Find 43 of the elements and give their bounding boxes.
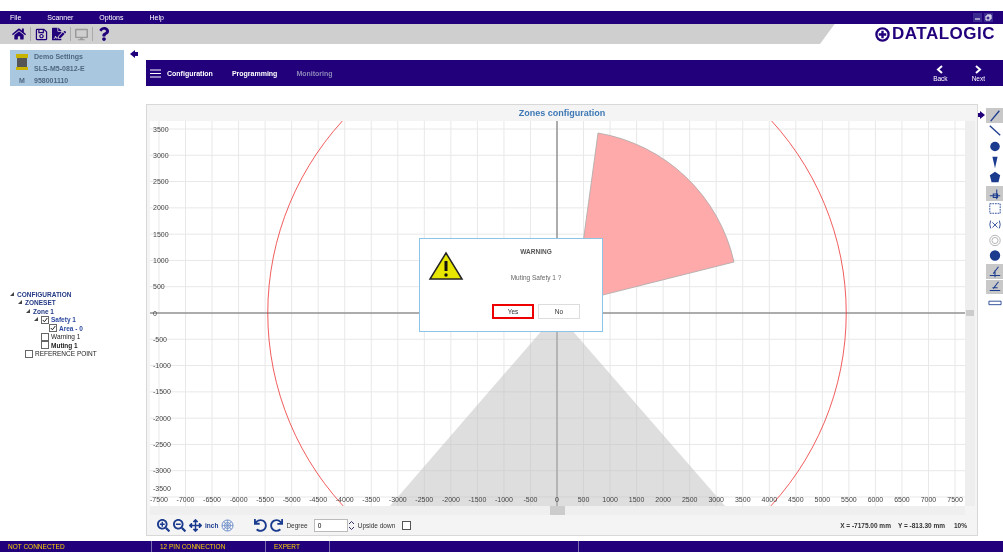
restore-icon[interactable] (984, 13, 993, 22)
logo-icon (874, 26, 890, 42)
level-icon[interactable] (987, 280, 1002, 294)
pentagon-icon[interactable] (987, 171, 1002, 185)
select-icon[interactable] (987, 202, 1002, 216)
circle-icon[interactable] (987, 140, 1002, 153)
menu-icon[interactable] (150, 68, 161, 78)
plot-title: Zones configuration (517, 107, 607, 120)
chevron-left-icon (936, 64, 945, 74)
checkbox[interactable] (41, 315, 49, 324)
move-icon[interactable] (189, 518, 202, 532)
expand-arrow-icon[interactable] (978, 111, 985, 119)
rotate-left-icon[interactable] (254, 518, 268, 532)
expanded-icon[interactable] (10, 291, 15, 297)
document-icon[interactable] (52, 27, 66, 41)
expanded-icon[interactable] (18, 300, 23, 306)
checkbox[interactable] (41, 332, 49, 341)
scanner-icon (15, 53, 29, 71)
checkbox[interactable] (41, 341, 49, 350)
collapse-arrow-icon[interactable] (130, 50, 138, 58)
spinner-arrows-icon[interactable] (347, 519, 355, 531)
ruler-icon[interactable] (987, 264, 1002, 278)
zoom-in-icon[interactable] (157, 518, 170, 532)
checkbox[interactable] (49, 324, 57, 333)
filled-rings-icon[interactable] (987, 249, 1002, 263)
pen-icon[interactable] (987, 108, 1002, 122)
horizontal-scrollbar[interactable] (150, 506, 965, 515)
logo-text: DATALOGIC (891, 24, 995, 44)
line-icon[interactable] (987, 124, 1002, 138)
upside-down-checkbox[interactable] (402, 520, 412, 530)
save-icon[interactable] (35, 27, 48, 41)
checkbox[interactable] (25, 349, 33, 358)
expanded-icon[interactable] (34, 317, 39, 323)
vertical-scrollbar[interactable] (965, 121, 975, 506)
radar-grid-icon[interactable] (221, 518, 235, 532)
zoom-out-icon[interactable] (173, 518, 186, 532)
help-icon[interactable] (97, 27, 111, 41)
home-icon[interactable] (12, 27, 26, 41)
expanded-icon[interactable] (26, 308, 31, 314)
chevron-right-icon (974, 64, 983, 74)
warning-icon (428, 251, 464, 281)
rotate-right-icon[interactable] (270, 518, 284, 532)
minimize-icon[interactable] (973, 13, 982, 22)
